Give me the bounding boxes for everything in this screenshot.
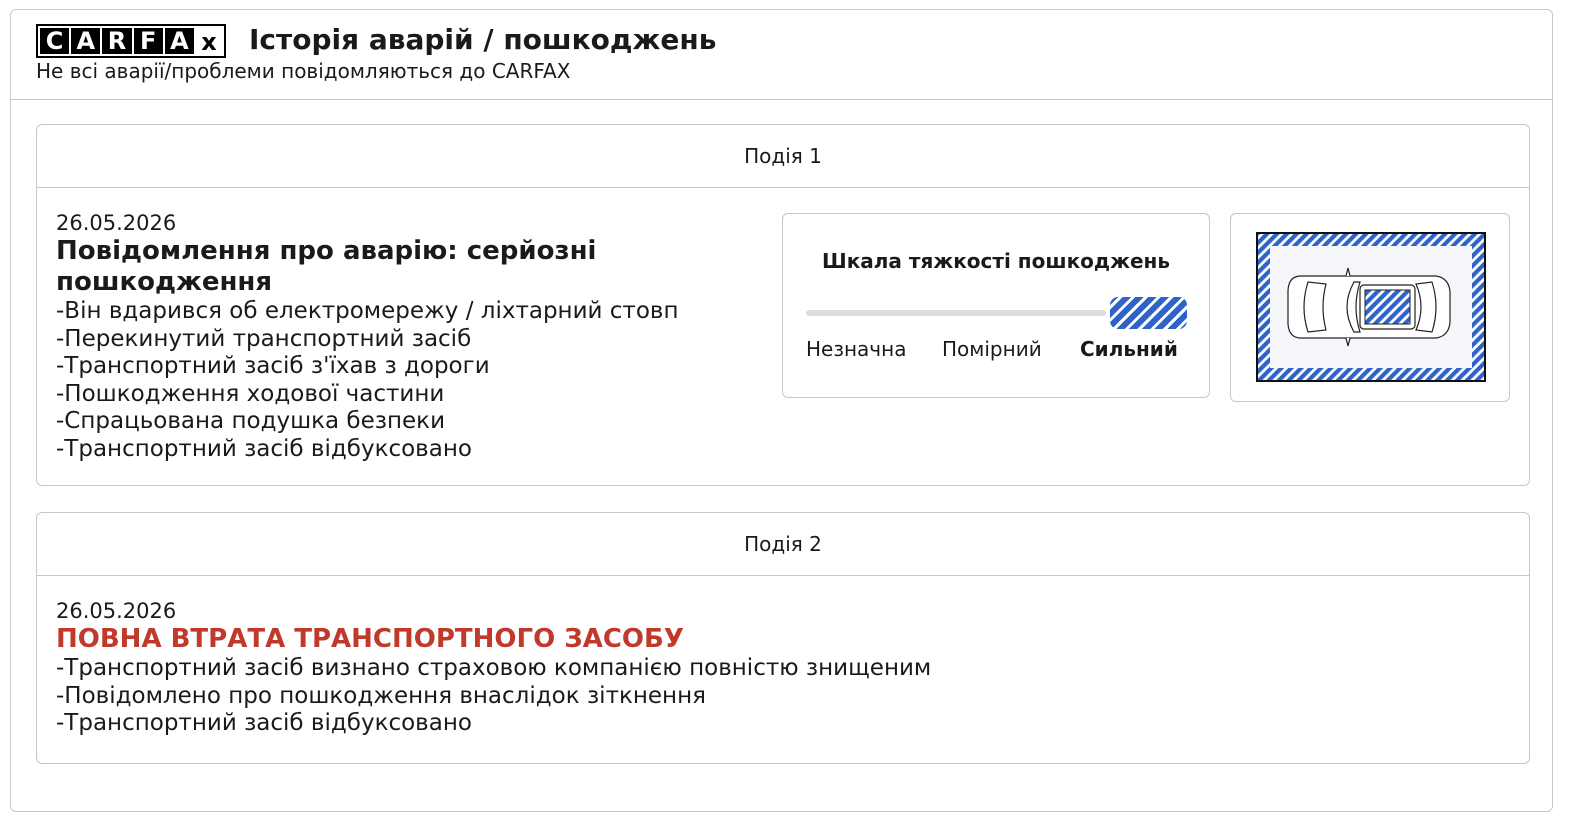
logo-letter: R — [102, 27, 132, 55]
event-details: 26.05.2026 Повідомлення про аварію: серй… — [56, 210, 756, 463]
event-header: Подія 2 — [37, 513, 1529, 576]
event-header: Подія 1 — [37, 125, 1529, 188]
severity-track — [806, 310, 1106, 316]
event-item-list: -Транспортний засіб визнано страховою ко… — [56, 655, 1156, 738]
list-item: -Спрацьована подушка безпеки — [56, 408, 446, 434]
logo-letter-x: x — [201, 28, 217, 56]
event-date: 26.05.2026 — [56, 599, 177, 623]
logo-letter: C — [40, 27, 70, 55]
list-item: -Пошкодження ходової частини — [56, 380, 445, 407]
logo-letter: A — [164, 27, 195, 55]
list-item: -Транспортний засіб відбуксовано — [56, 435, 472, 462]
list-item: -Він вдарився об електромережу / ліхтарн… — [56, 298, 679, 324]
event-headline: Повідомлення про аварію: серйозні пошкод… — [56, 236, 597, 297]
severity-indicator — [1110, 297, 1187, 329]
accident-history-panel: C A R F A x Історія аварій / пошкоджень … — [10, 9, 1553, 812]
list-item: -Повідомлено про пошкодження внаслідок з… — [56, 682, 706, 709]
event-headline: ПОВНА ВТРАТА ТРАНСПОРТНОГО ЗАСОБУ — [56, 624, 684, 654]
list-item: -Транспортний засіб відбуксовано — [56, 710, 472, 736]
carfax-logo: C A R F A x — [36, 24, 226, 58]
panel-header: C A R F A x Історія аварій / пошкоджень … — [11, 10, 1552, 100]
logo-letter: A — [71, 27, 101, 55]
event-item-list: -Він вдарився об електромережу / ліхтарн… — [56, 298, 756, 463]
event-details: 26.05.2026 ПОВНА ВТРАТА ТРАНСПОРТНОГО ЗА… — [56, 598, 1156, 738]
severity-title: Шкала тяжкості пошкоджень — [822, 249, 1170, 273]
page-subtitle: Не всі аварії/проблеми повідомляються до… — [36, 59, 571, 83]
severity-level-moderate: Помірний — [942, 337, 1042, 361]
list-item: -Перекинутий транспортний засіб — [56, 325, 472, 352]
list-item: -Транспортний засіб з'їхав з дороги — [56, 353, 490, 379]
car-top-view-icon — [1256, 232, 1486, 382]
severity-level-severe: Сильний — [1080, 337, 1178, 361]
event-body: 26.05.2026 Повідомлення про аварію: серй… — [37, 188, 1529, 485]
severity-level-minor: Незначна — [806, 337, 907, 361]
event-date: 26.05.2026 — [56, 211, 177, 235]
logo-letter: F — [133, 27, 163, 55]
event-card-1: Подія 1 26.05.2026 Повідомлення про авар… — [36, 124, 1530, 486]
severity-scale: Шкала тяжкості пошкоджень Незначна Помір… — [782, 213, 1210, 398]
page-title: Історія аварій / пошкоджень — [249, 23, 717, 56]
list-item: -Транспортний засіб визнано страховою ко… — [56, 655, 932, 681]
damage-diagram — [1230, 213, 1510, 402]
event-body: 26.05.2026 ПОВНА ВТРАТА ТРАНСПОРТНОГО ЗА… — [37, 576, 1529, 763]
event-card-2: Подія 2 26.05.2026 ПОВНА ВТРАТА ТРАНСПОР… — [36, 512, 1530, 764]
